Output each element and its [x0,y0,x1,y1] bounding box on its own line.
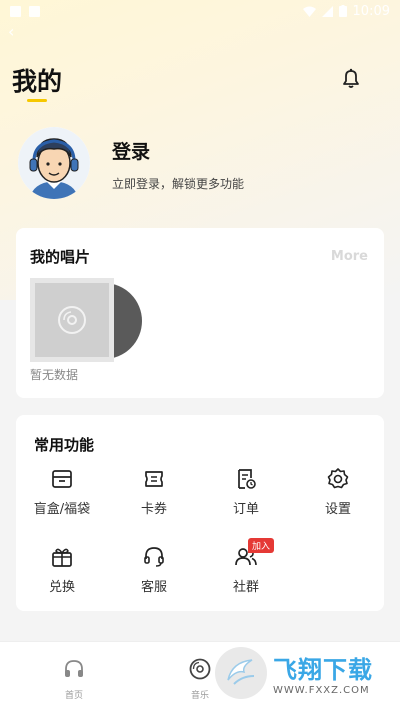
tab-label: 音乐 [190,691,209,701]
notification-icons [10,5,40,17]
feature-label: 盲盒/福袋 [33,502,91,517]
app-notification-icon [10,5,21,17]
bell-icon[interactable] [339,66,363,90]
status-time: 10:09 [352,3,390,19]
site-watermark: 飞翔下载 WWW.FXXZ.COM [215,640,395,706]
back-arrow-icon[interactable]: ‹ [8,22,14,41]
tab-label: 首页 [64,691,83,701]
my-records-card: 我的唱片 More 暂无数据 [16,228,384,398]
vinyl-icon [189,658,211,680]
feature-exchange[interactable]: 兑换 [22,545,102,595]
avatar-icon [18,127,90,199]
join-badge: 加入 [248,538,275,553]
title-underline [27,99,47,102]
gift-exchange-icon [52,548,72,567]
feature-coupons[interactable]: 卡券 [114,467,194,517]
feature-community[interactable]: 加入 社群 [206,538,286,595]
feature-label: 卡券 [140,502,167,517]
profile-section[interactable]: 登录 立即登录，解锁更多功能 [18,127,378,202]
signal-icon [321,5,333,17]
watermark-url: WWW.FXXZ.COM [273,685,370,696]
feature-label: 兑换 [48,580,75,595]
wing-logo-icon [227,659,255,685]
watermark-logo-icon [215,647,267,699]
common-features-card: 常用功能 盲盒/福袋 卡券 订单 设置 兑换 客服 加入 社群 [16,415,384,611]
feature-label: 设置 [324,502,351,517]
feature-orders[interactable]: 订单 [206,467,286,517]
login-subtitle: 立即登录，解锁更多功能 [112,177,245,191]
headphones-icon [65,660,83,677]
records-title: 我的唱片 [30,248,91,266]
status-bar: 10:09 [0,0,400,22]
battery-icon [338,5,347,17]
image-notification-icon [29,5,40,17]
headset-icon [144,547,164,567]
empty-record-placeholder [30,278,142,364]
watermark-title: 飞翔下载 [273,656,373,684]
feature-blind-box[interactable]: 盲盒/福袋 [22,467,102,517]
tab-home[interactable]: 首页 [44,658,104,701]
box-icon [52,470,72,488]
feature-label: 客服 [140,580,167,595]
more-link[interactable]: More [331,249,368,264]
gear-icon [327,468,349,489]
record-sleeve [30,278,114,362]
status-indicators: 10:09 [302,3,390,19]
features-title: 常用功能 [34,436,95,454]
wifi-icon [302,6,316,17]
avatar[interactable] [18,127,90,199]
ticket-icon [145,471,163,487]
feature-settings[interactable]: 设置 [298,467,378,517]
feature-label: 社群 [232,580,259,595]
order-icon [238,469,256,489]
feature-customer-service[interactable]: 客服 [114,545,194,595]
disc-placeholder-icon [58,306,86,334]
page-title: 我的 [12,67,63,96]
empty-state-text: 暂无数据 [30,368,79,382]
feature-label: 订单 [232,502,259,517]
login-title[interactable]: 登录 [112,137,150,164]
